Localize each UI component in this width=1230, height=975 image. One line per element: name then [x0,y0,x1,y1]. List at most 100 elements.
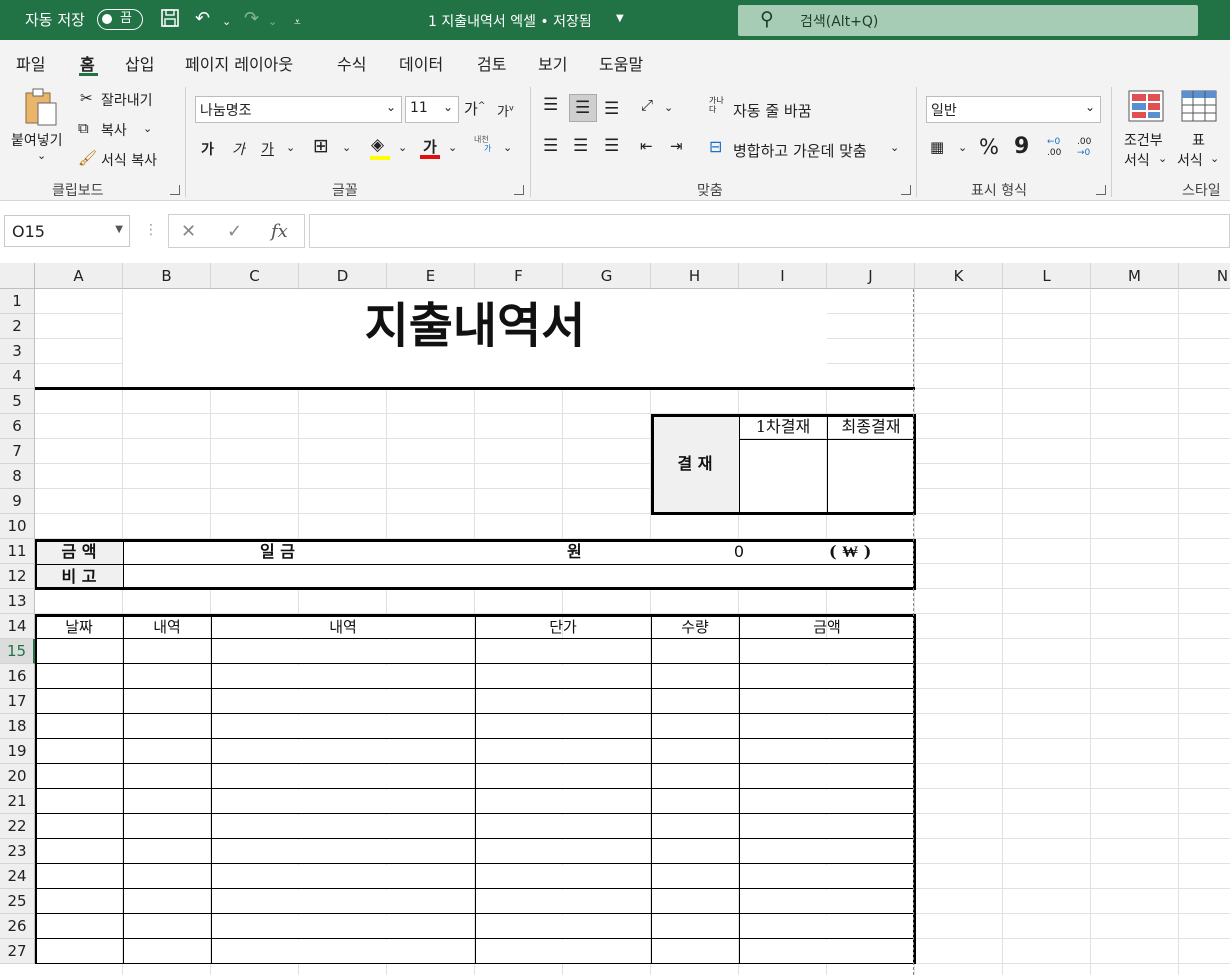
percent-style-button[interactable]: % [979,135,999,159]
font-color-button[interactable]: 가 [423,136,437,157]
row-header-7[interactable]: 7 [0,439,35,464]
column-header-e[interactable]: E [387,263,475,289]
column-header-d[interactable]: D [299,263,387,289]
number-format-select[interactable]: 일반 ⌄ [926,96,1101,123]
phonetic-dropdown-icon[interactable]: ⌄ [503,141,512,154]
tab-home[interactable]: 홈 [80,51,95,75]
decrease-indent-icon[interactable]: ⇤ [640,137,653,155]
row-header-1[interactable]: 1 [0,289,35,314]
borders-icon[interactable]: ⊞ [313,135,329,157]
row-header-17[interactable]: 17 [0,689,35,714]
row-header-11[interactable]: 11 [0,539,35,564]
fill-dropdown-icon[interactable]: ⌄ [398,141,407,154]
tab-formulas[interactable]: 수식 [337,51,366,75]
column-header-a[interactable]: A [35,263,123,289]
borders-dropdown-icon[interactable]: ⌄ [342,141,351,154]
row-header-14[interactable]: 14 [0,614,35,639]
row-header-21[interactable]: 21 [0,789,35,814]
tab-review[interactable]: 검토 [477,51,506,75]
font-launcher-icon[interactable] [514,185,524,195]
underline-button[interactable]: 가 [261,139,274,159]
undo-dropdown-icon[interactable]: ⌄ [222,11,231,33]
comma-style-button[interactable]: 9 [1014,134,1029,159]
decrease-decimal-button[interactable]: .00 →0 [1077,137,1091,159]
copy-dropdown-icon[interactable]: ⌄ [143,122,152,135]
row-header-12[interactable]: 12 [0,564,35,589]
worksheet-grid[interactable]: ABCDEFGHIJKLMN 1 2 3 4 5 6 7 8 9 10 11 12 13 14 15 16 17… [0,263,1230,975]
font-name-select[interactable]: 나눔명조 ⌄ [195,96,402,123]
row-header-22[interactable]: 22 [0,814,35,839]
increase-indent-icon[interactable]: ⇥ [670,137,683,155]
paste-icon[interactable] [22,87,60,131]
row-header-16[interactable]: 16 [0,664,35,689]
row-header-3[interactable]: 3 [0,339,35,364]
redo-dropdown-icon[interactable]: ⌄ [268,11,277,33]
row-header-20[interactable]: 20 [0,764,35,789]
increase-font-size-button[interactable]: 가^ [464,98,485,119]
clipboard-launcher-icon[interactable] [170,185,180,195]
tab-file[interactable]: 파일 [16,51,45,75]
row-header-8[interactable]: 8 [0,464,35,489]
select-all-button[interactable] [0,263,35,289]
alignment-launcher-icon[interactable] [901,185,911,195]
row-header-15[interactable]: 15 [0,639,35,664]
enter-icon[interactable]: ✓ [227,221,242,242]
row-header-13[interactable]: 13 [0,589,35,614]
column-header-j[interactable]: J [827,263,915,289]
accounting-dropdown-icon[interactable]: ⌄ [958,141,967,154]
column-header-b[interactable]: B [123,263,211,289]
name-box[interactable]: O15 ▼ [4,215,130,247]
phonetic-button[interactable]: 내천 가 [474,135,491,153]
paste-button[interactable]: 붙여넣기 [11,130,63,150]
orientation-dropdown-icon[interactable]: ⌄ [664,101,673,114]
row-header-18[interactable]: 18 [0,714,35,739]
italic-button[interactable]: 가 [232,139,245,159]
row-header-10[interactable]: 10 [0,514,35,539]
align-center-icon[interactable]: ☰ [573,136,588,156]
bold-button[interactable]: 가 [201,139,214,159]
copy-button[interactable]: 복사 [101,120,127,140]
row-header-4[interactable]: 4 [0,364,35,389]
formula-bar-grip-icon[interactable]: ⋮ [144,222,158,238]
accounting-format-icon[interactable]: ▦ [930,138,944,156]
row-header-27[interactable]: 27 [0,939,35,964]
tab-page-layout[interactable]: 페이지 레이아웃 [185,51,293,75]
tab-help[interactable]: 도움말 [599,51,643,75]
save-icon[interactable] [160,8,180,34]
title-dropdown-icon[interactable]: ▼ [616,13,624,24]
row-header-6[interactable]: 6 [0,414,35,439]
column-header-i[interactable]: I [739,263,827,289]
cancel-icon[interactable]: ✕ [181,221,196,242]
conditional-dropdown-icon[interactable]: ⌄ [1158,152,1167,165]
align-right-icon[interactable]: ☰ [604,136,619,156]
orientation-icon[interactable]: ⤢ [641,96,653,114]
row-header-19[interactable]: 19 [0,739,35,764]
increase-decimal-button[interactable]: ←0.00 [1047,137,1061,159]
autosave-toggle[interactable]: 끔 [97,9,143,30]
redo-icon[interactable]: ↷ [244,8,259,30]
number-launcher-icon[interactable] [1096,185,1106,195]
format-painter-button[interactable]: 서식 복사 [101,150,157,170]
table-dropdown-icon[interactable]: ⌄ [1210,152,1219,165]
column-header-h[interactable]: H [651,263,739,289]
font-size-select[interactable]: 11 ⌄ [405,96,459,123]
insert-function-icon[interactable]: fx [271,221,288,242]
column-header-l[interactable]: L [1003,263,1091,289]
column-header-f[interactable]: F [475,263,563,289]
align-middle-button[interactable]: ☰ [569,94,597,122]
tab-view[interactable]: 보기 [538,51,567,75]
decrease-font-size-button[interactable]: 가v [497,101,514,120]
row-header-23[interactable]: 23 [0,839,35,864]
search-box[interactable]: ⚲ 검색(Alt+Q) [738,5,1198,36]
align-bottom-icon[interactable]: ☰ [604,99,619,119]
paste-dropdown-icon[interactable]: ⌄ [37,149,46,162]
merge-dropdown-icon[interactable]: ⌄ [890,141,899,154]
row-header-2[interactable]: 2 [0,314,35,339]
undo-icon[interactable]: ↶ [195,8,210,30]
column-header-m[interactable]: M [1091,263,1179,289]
row-header-9[interactable]: 9 [0,489,35,514]
align-left-icon[interactable]: ☰ [543,136,558,156]
column-header-n[interactable]: N [1179,263,1230,289]
wrap-text-button[interactable]: 자동 줄 바꿈 [733,100,812,121]
fill-color-icon[interactable]: ◈ [371,135,384,155]
